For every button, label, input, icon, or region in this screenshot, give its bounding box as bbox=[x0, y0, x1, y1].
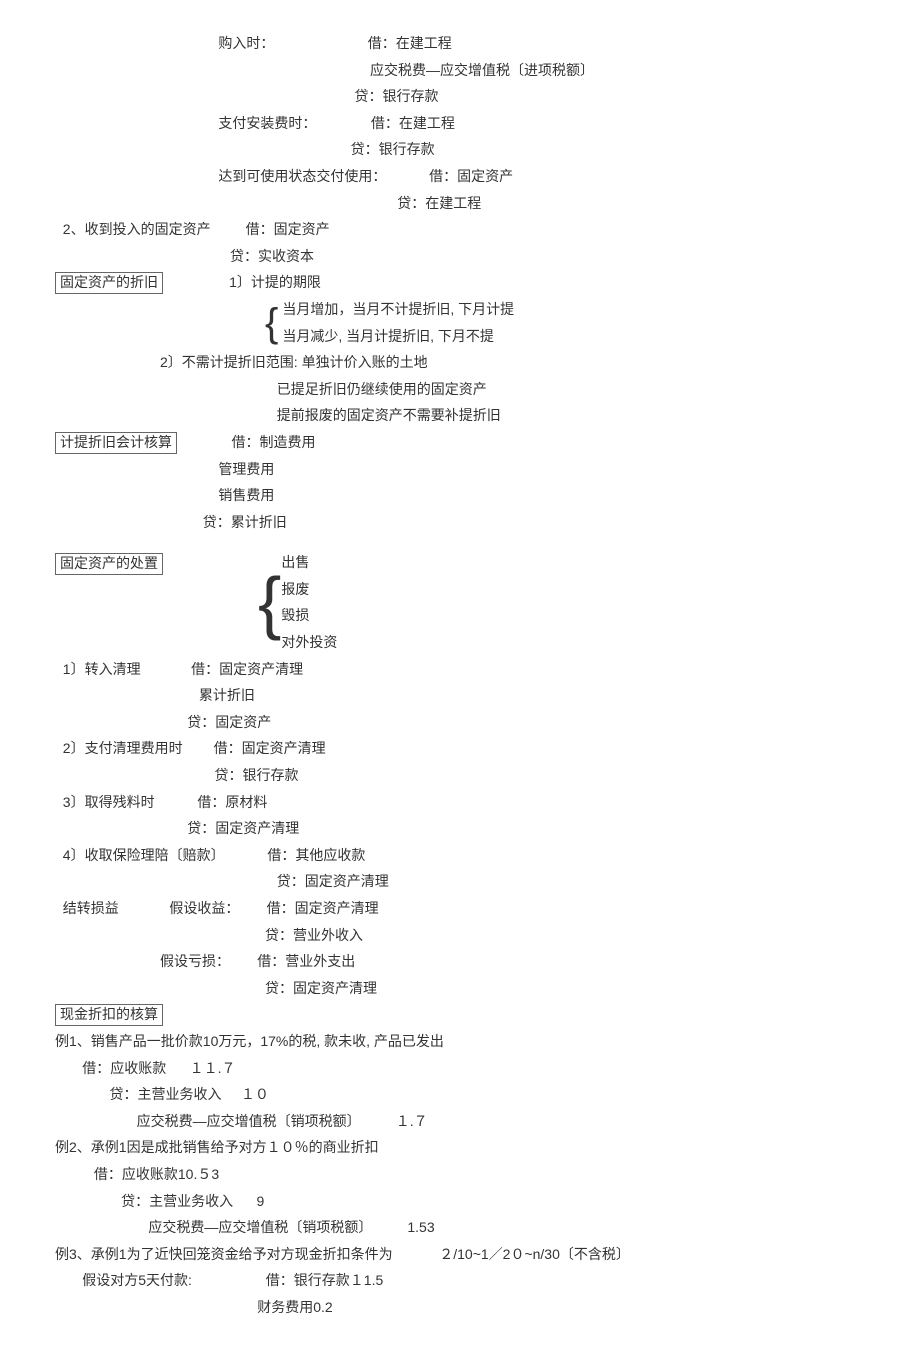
section-heading-depreciation: 固定资产的折旧 bbox=[55, 272, 163, 294]
text-line: 贷：银行存款 bbox=[55, 762, 865, 789]
text-line: 贷：实收资本 bbox=[55, 243, 865, 270]
text-line: 报废 bbox=[281, 576, 337, 603]
text-line: 当月减少, 当月计提折旧, 下月不提 bbox=[282, 323, 514, 350]
text-line: 借：制造费用 bbox=[177, 434, 315, 450]
text-line: 毁损 bbox=[281, 602, 337, 629]
text-line: 例3、承例1为了近快回笼资金给予对方现金折扣条件为 ２/10~1／2０~n/30… bbox=[55, 1241, 865, 1268]
text-line: 应交税费—应交增值税〔进项税额〕 bbox=[55, 57, 865, 84]
text-line: 贷：营业外收入 bbox=[55, 922, 865, 949]
text-line: 假设对方5天付款: 借：银行存款１1.5 bbox=[55, 1267, 865, 1294]
text-line: 2〕支付清理费用时 借：固定资产清理 bbox=[55, 735, 865, 762]
text-line: 4〕收取保险理陪〔赔款〕 借：其他应收款 bbox=[55, 842, 865, 869]
text-line: 已提足折旧仍继续使用的固定资产 bbox=[55, 376, 865, 403]
text-line: 贷：主营业务收入 9 bbox=[55, 1188, 865, 1215]
text-line: 销售费用 bbox=[55, 482, 865, 509]
text-line: 应交税费—应交增值税〔销项税额〕 １.７ bbox=[55, 1108, 865, 1135]
text-line: 例1、销售产品一批价款10万元，17%的税, 款未收, 产品已发出 bbox=[55, 1028, 865, 1055]
text-line: 应交税费—应交增值税〔销项税额〕 1.53 bbox=[55, 1214, 865, 1241]
text-line: 贷：银行存款 bbox=[55, 136, 865, 163]
text-line: 贷：固定资产清理 bbox=[55, 975, 865, 1002]
text-line: 提前报废的固定资产不需要补提折旧 bbox=[55, 402, 865, 429]
text-line: 贷：累计折旧 bbox=[55, 509, 865, 536]
text-line: 2〕不需计提折旧范围: 单独计价入账的土地 bbox=[55, 349, 865, 376]
text-line: 1〕转入清理 借：固定资产清理 bbox=[55, 656, 865, 683]
text-line: 借：应收账款 １１.７ bbox=[55, 1055, 865, 1082]
text-line: 借：应收账款10.５3 bbox=[55, 1161, 865, 1188]
text-line: 贷：银行存款 bbox=[55, 83, 865, 110]
text-line: 贷：在建工程 bbox=[55, 190, 865, 217]
text-line: 1〕计提的期限 bbox=[163, 274, 321, 290]
section-heading-disposal: 固定资产的处置 bbox=[55, 553, 163, 575]
text-line: 财务费用0.2 bbox=[55, 1294, 865, 1321]
text-line: 支付安装费时： 借：在建工程 bbox=[55, 110, 865, 137]
text-line: 例2、承例1因是成批销售给予对方１０％的商业折扣 bbox=[55, 1134, 865, 1161]
text-line: 2、收到投入的固定资产 借：固定资产 bbox=[55, 216, 865, 243]
text-line: 3〕取得残料时 借：原材料 bbox=[55, 789, 865, 816]
text-line: 购入时： 借：在建工程 bbox=[55, 30, 865, 57]
text-line: 达到可使用状态交付使用： 借：固定资产 bbox=[55, 163, 865, 190]
section-heading-cash-discount: 现金折扣的核算 bbox=[55, 1004, 163, 1026]
text-line: 当月增加，当月不计提折旧, 下月计提 bbox=[282, 296, 514, 323]
text-line: 结转损益 假设收益： 借：固定资产清理 bbox=[55, 895, 865, 922]
text-line: 贷：固定资产清理 bbox=[55, 868, 865, 895]
text-line: 管理费用 bbox=[55, 456, 865, 483]
section-heading-accounting: 计提折旧会计核算 bbox=[55, 432, 177, 454]
text-line: 贷：主营业务收入 １０ bbox=[55, 1081, 865, 1108]
text-line: 假设亏损： 借：营业外支出 bbox=[55, 948, 865, 975]
text-line: 贷：固定资产 bbox=[55, 709, 865, 736]
brace-icon: { bbox=[265, 305, 278, 341]
text-line: 累计折旧 bbox=[55, 682, 865, 709]
text-line: 出售 bbox=[281, 549, 337, 576]
brace-icon: { bbox=[258, 571, 281, 634]
text-line: 贷：固定资产清理 bbox=[55, 815, 865, 842]
text-line: 对外投资 bbox=[281, 629, 337, 656]
